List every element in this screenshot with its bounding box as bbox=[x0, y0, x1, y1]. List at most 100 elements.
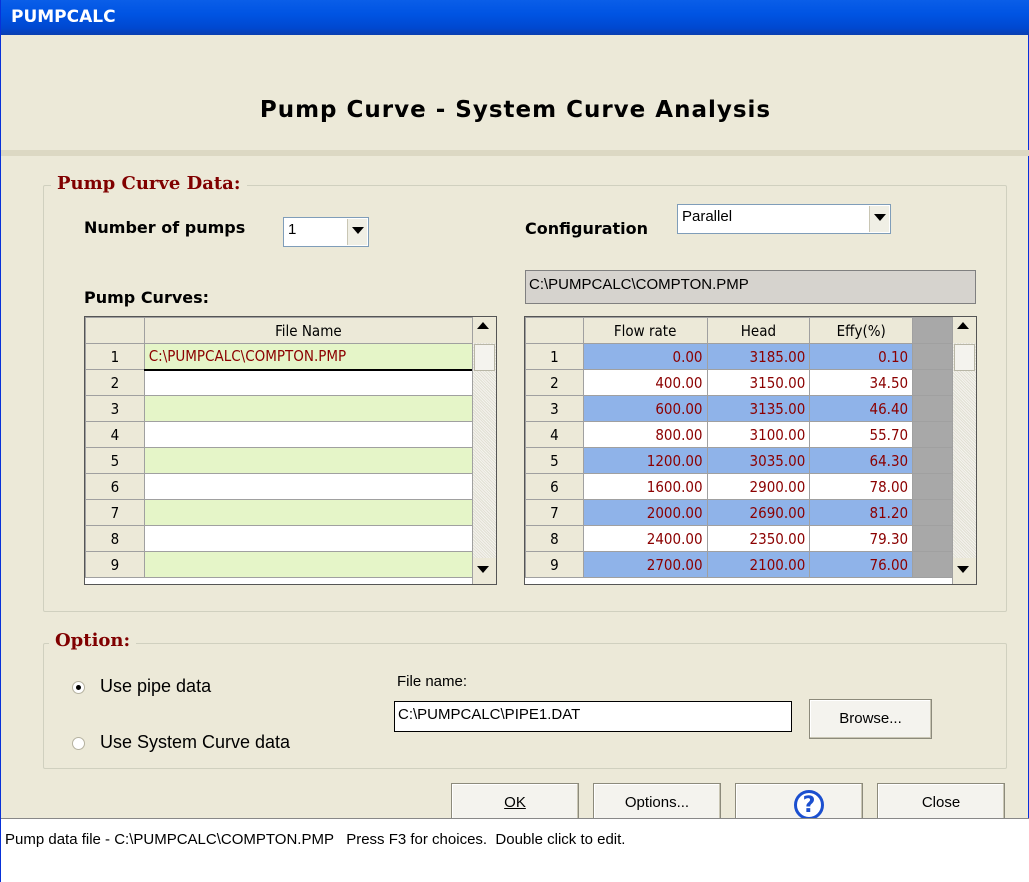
efficiency-cell[interactable]: 34.50 bbox=[809, 369, 914, 396]
pump-files-grid[interactable]: File Name 1 C:\PUMPCALC\COMPTON.PMP 2 3 … bbox=[84, 316, 497, 585]
file-name-cell[interactable] bbox=[143, 473, 474, 500]
configuration-select[interactable]: Parallel bbox=[677, 204, 891, 234]
file-name-cell[interactable] bbox=[143, 447, 474, 474]
head-cell[interactable]: 2690.00 bbox=[706, 499, 811, 526]
head-cell[interactable]: 2350.00 bbox=[706, 525, 811, 552]
title-bar[interactable]: PUMPCALC bbox=[1, 0, 1029, 35]
efficiency-cell[interactable]: 78.00 bbox=[809, 473, 914, 500]
efficiency-cell[interactable]: 76.00 bbox=[809, 551, 914, 578]
scroll-down-button[interactable] bbox=[953, 558, 976, 584]
scroll-up-button[interactable] bbox=[953, 317, 976, 343]
configuration-label: Configuration bbox=[525, 219, 649, 238]
pump-files-table: File Name 1 C:\PUMPCALC\COMPTON.PMP 2 3 … bbox=[85, 317, 474, 578]
table-row[interactable]: 4 bbox=[85, 421, 474, 448]
row-number: 8 bbox=[85, 525, 145, 552]
scroll-thumb[interactable] bbox=[954, 344, 975, 371]
table-row[interactable]: 4 800.00 3100.00 55.70 bbox=[525, 421, 953, 448]
header-head[interactable]: Head bbox=[706, 317, 811, 344]
status-bar: Pump data file - C:\PUMPCALC\COMPTON.PMP… bbox=[1, 818, 1029, 882]
table-row[interactable]: 1 0.00 3185.00 0.10 bbox=[525, 343, 953, 370]
flow-rate-cell[interactable]: 800.00 bbox=[582, 421, 708, 448]
num-pumps-dropdown-button[interactable] bbox=[347, 219, 367, 245]
efficiency-cell[interactable]: 81.20 bbox=[809, 499, 914, 526]
use-system-curve-radio[interactable] bbox=[72, 737, 85, 750]
head-cell[interactable]: 2100.00 bbox=[706, 551, 811, 578]
file-name-cell[interactable] bbox=[143, 525, 474, 552]
table-row[interactable]: 9 bbox=[85, 551, 474, 578]
file-name-cell[interactable]: C:\PUMPCALC\COMPTON.PMP bbox=[143, 343, 474, 371]
row-number: 7 bbox=[85, 499, 145, 526]
efficiency-cell[interactable]: 64.30 bbox=[809, 447, 914, 474]
header-flow-rate[interactable]: Flow rate bbox=[582, 317, 708, 344]
head-cell[interactable]: 3135.00 bbox=[706, 395, 811, 422]
table-row[interactable]: 5 1200.00 3035.00 64.30 bbox=[525, 447, 953, 474]
flow-rate-cell[interactable]: 1200.00 bbox=[582, 447, 708, 474]
ok-button[interactable]: OK bbox=[451, 783, 579, 823]
row-number: 6 bbox=[85, 473, 145, 500]
flow-rate-cell[interactable]: 2000.00 bbox=[582, 499, 708, 526]
table-row[interactable]: 9 2700.00 2100.00 76.00 bbox=[525, 551, 953, 578]
head-cell[interactable]: 3100.00 bbox=[706, 421, 811, 448]
use-system-curve-label[interactable]: Use System Curve data bbox=[100, 732, 290, 753]
row-number: 2 bbox=[525, 369, 584, 396]
flow-rate-cell[interactable]: 2400.00 bbox=[582, 525, 708, 552]
heading-divider bbox=[1, 150, 1029, 156]
table-row[interactable]: 7 bbox=[85, 499, 474, 526]
row-number: 3 bbox=[85, 395, 145, 422]
scroll-up-button[interactable] bbox=[473, 317, 496, 343]
files-corner-cell bbox=[85, 317, 145, 344]
table-row[interactable]: 7 2000.00 2690.00 81.20 bbox=[525, 499, 953, 526]
head-cell[interactable]: 3035.00 bbox=[706, 447, 811, 474]
files-scrollbar[interactable] bbox=[472, 317, 496, 584]
head-cell[interactable]: 3150.00 bbox=[706, 369, 811, 396]
configuration-dropdown-button[interactable] bbox=[869, 206, 889, 232]
row-number: 7 bbox=[525, 499, 584, 526]
flow-rate-cell[interactable]: 1600.00 bbox=[582, 473, 708, 500]
browse-button[interactable]: Browse... bbox=[809, 699, 932, 739]
head-cell[interactable]: 3185.00 bbox=[706, 343, 811, 370]
file-name-cell[interactable] bbox=[143, 551, 474, 578]
scroll-thumb[interactable] bbox=[474, 344, 495, 371]
use-pipe-radio[interactable] bbox=[72, 681, 85, 694]
table-row[interactable]: 6 1600.00 2900.00 78.00 bbox=[525, 473, 953, 500]
header-efficiency[interactable]: Effy(%) bbox=[809, 317, 914, 344]
table-row[interactable]: 3 600.00 3135.00 46.40 bbox=[525, 395, 953, 422]
file-name-cell[interactable] bbox=[143, 369, 474, 396]
table-row[interactable]: 2 400.00 3150.00 34.50 bbox=[525, 369, 953, 396]
spacer-cell bbox=[912, 525, 953, 552]
data-scrollbar[interactable] bbox=[952, 317, 976, 584]
file-name-cell[interactable] bbox=[143, 395, 474, 422]
file-name-cell[interactable] bbox=[143, 421, 474, 448]
efficiency-cell[interactable]: 79.30 bbox=[809, 525, 914, 552]
head-cell[interactable]: 2900.00 bbox=[706, 473, 811, 500]
flow-rate-cell[interactable]: 600.00 bbox=[582, 395, 708, 422]
close-button[interactable]: Close bbox=[877, 783, 1005, 823]
efficiency-cell[interactable]: 0.10 bbox=[809, 343, 914, 370]
browse-button-label: Browse... bbox=[839, 710, 902, 727]
pump-data-grid[interactable]: Flow rate Head Effy(%) 1 0.00 3185.00 0.… bbox=[524, 316, 977, 585]
table-row[interactable]: 8 2400.00 2350.00 79.30 bbox=[525, 525, 953, 552]
flow-rate-cell[interactable]: 2700.00 bbox=[582, 551, 708, 578]
num-pumps-label: Number of pumps bbox=[84, 218, 246, 237]
table-row[interactable]: 1 C:\PUMPCALC\COMPTON.PMP bbox=[85, 343, 474, 371]
chevron-up-icon bbox=[957, 322, 969, 329]
table-row[interactable]: 3 bbox=[85, 395, 474, 422]
pipe-file-input[interactable]: C:\PUMPCALC\PIPE1.DAT bbox=[394, 701, 792, 732]
chevron-down-icon bbox=[874, 214, 886, 221]
table-row[interactable]: 5 bbox=[85, 447, 474, 474]
use-pipe-label[interactable]: Use pipe data bbox=[100, 676, 211, 697]
table-row[interactable]: 8 bbox=[85, 525, 474, 552]
table-row[interactable]: 2 bbox=[85, 369, 474, 396]
efficiency-cell[interactable]: 55.70 bbox=[809, 421, 914, 448]
row-number: 4 bbox=[85, 421, 145, 448]
num-pumps-select[interactable]: 1 bbox=[283, 217, 369, 247]
flow-rate-cell[interactable]: 400.00 bbox=[582, 369, 708, 396]
table-row[interactable]: 6 bbox=[85, 473, 474, 500]
file-name-cell[interactable] bbox=[143, 499, 474, 526]
flow-rate-cell[interactable]: 0.00 bbox=[582, 343, 708, 370]
help-button[interactable]: ? bbox=[735, 783, 863, 823]
efficiency-cell[interactable]: 46.40 bbox=[809, 395, 914, 422]
files-header-filename[interactable]: File Name bbox=[143, 317, 474, 344]
options-button[interactable]: Options... bbox=[593, 783, 721, 823]
scroll-down-button[interactable] bbox=[473, 558, 496, 584]
